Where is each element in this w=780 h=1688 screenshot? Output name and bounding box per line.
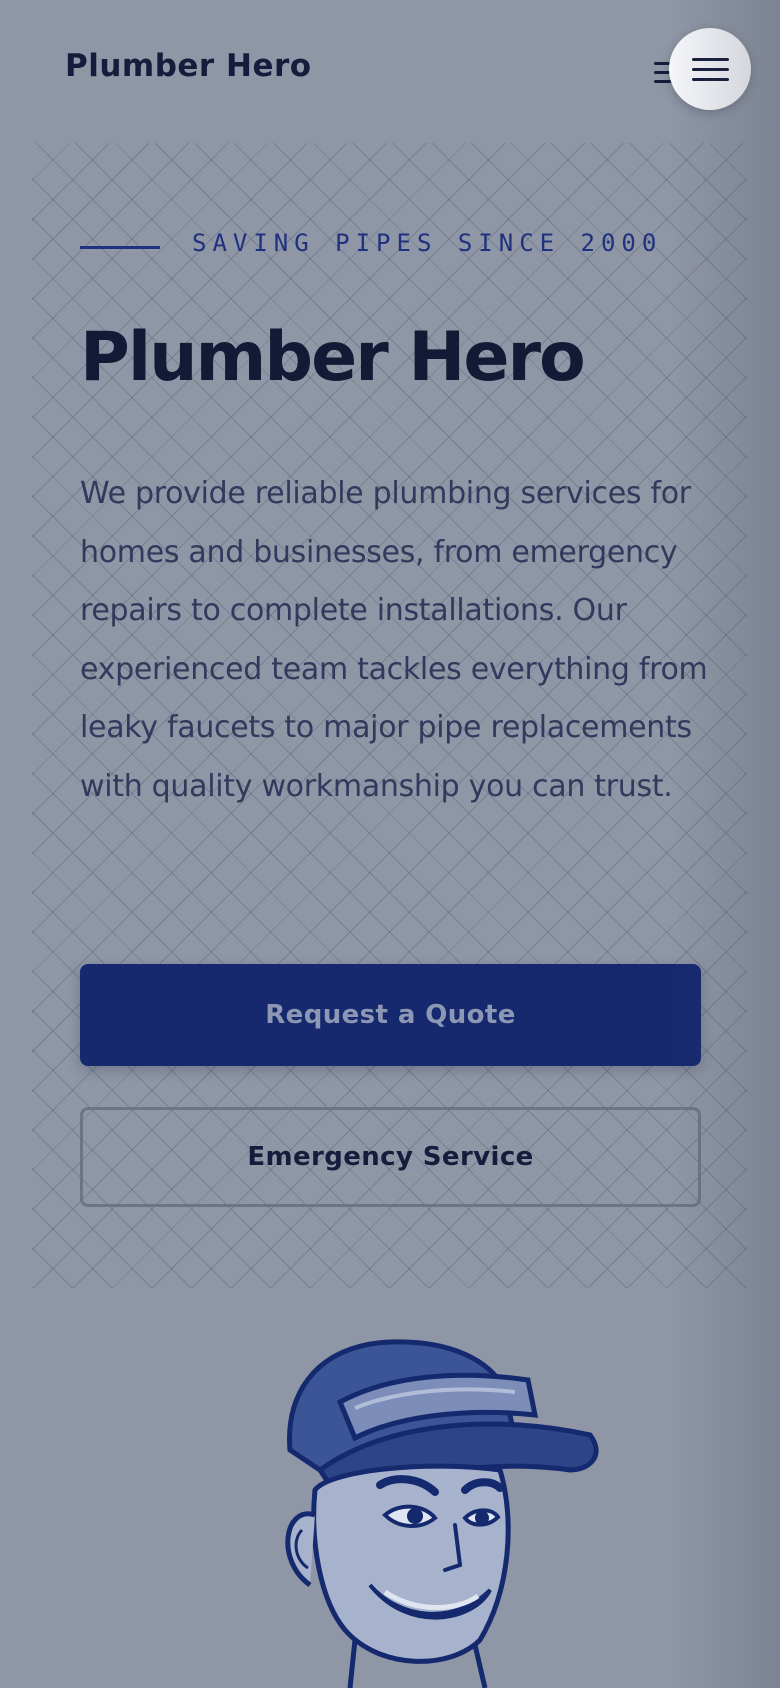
menu-toggle-button[interactable] bbox=[669, 28, 751, 110]
page: Plumber Hero SAVING PIPES SINCE 2000 Plu… bbox=[0, 0, 780, 1688]
plumber-mascot-illustration bbox=[285, 1339, 599, 1688]
hero-title: Plumber Hero bbox=[80, 318, 586, 397]
request-quote-button[interactable]: Request a Quote bbox=[80, 964, 701, 1066]
hero-tagline: SAVING PIPES SINCE 2000 bbox=[192, 229, 663, 257]
hero-description: We provide reliable plumbing services fo… bbox=[80, 476, 708, 804]
site-header: Plumber Hero bbox=[0, 0, 780, 140]
site-logo[interactable]: Plumber Hero bbox=[65, 48, 312, 84]
hamburger-line bbox=[692, 68, 729, 71]
hamburger-line bbox=[692, 78, 729, 81]
tagline-accent-line bbox=[80, 246, 160, 249]
emergency-service-button[interactable]: Emergency Service bbox=[80, 1107, 701, 1207]
hamburger-line bbox=[692, 58, 729, 61]
